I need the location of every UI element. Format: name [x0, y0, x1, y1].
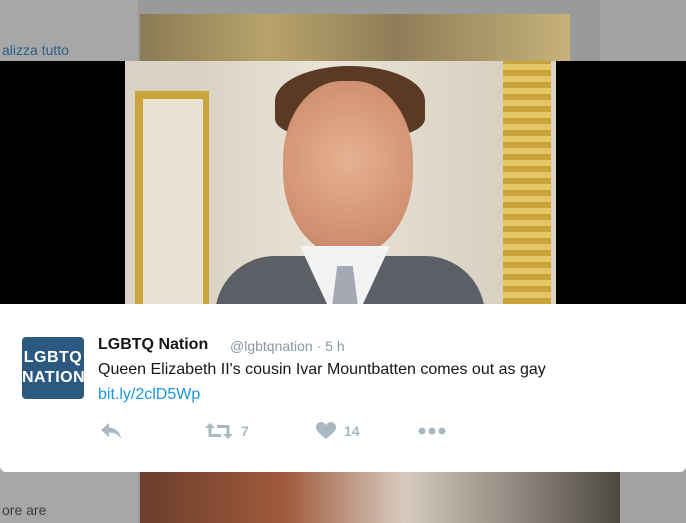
retweet-count: 7 — [241, 423, 249, 439]
tweet-link[interactable]: bit.ly/2clD5Wp — [98, 386, 200, 404]
avatar-line-2: NATION — [22, 369, 86, 386]
photo-gold-frame-right — [503, 61, 551, 304]
background-photo-bottom — [140, 472, 620, 523]
tweet-card: LGBTQ NATION LGBTQ Nation @lgbtqnation ·… — [0, 304, 686, 472]
more-icon — [418, 427, 446, 435]
tweet-actions: 7 14 — [100, 422, 460, 446]
reply-icon — [101, 423, 121, 439]
tweet-photo[interactable] — [125, 61, 556, 304]
like-button[interactable]: 14 — [316, 422, 360, 440]
avatar[interactable]: LGBTQ NATION — [22, 337, 86, 399]
heart-icon — [316, 422, 336, 439]
tweet-time[interactable]: 5 h — [325, 338, 344, 354]
photo-gold-frame-left — [135, 91, 209, 304]
author-handle[interactable]: @lgbtqnation — [230, 338, 313, 354]
background-text: ore are — [2, 502, 47, 518]
media-band — [0, 61, 686, 304]
like-count: 14 — [344, 423, 360, 439]
retweet-button[interactable]: 7 — [205, 422, 249, 440]
author-meta: @lgbtqnation · 5 h — [230, 338, 345, 354]
meta-separator: · — [316, 338, 322, 354]
background-link-text: alizza tutto — [2, 42, 69, 58]
photo-face — [283, 81, 413, 256]
retweet-icon — [205, 423, 233, 439]
reply-button[interactable] — [100, 422, 122, 440]
avatar-line-1: LGBTQ — [23, 349, 83, 366]
background-photo-strip — [140, 14, 570, 64]
tweet-text: Queen Elizabeth II's cousin Ivar Mountba… — [98, 361, 546, 378]
more-button[interactable] — [418, 426, 446, 436]
author-name[interactable]: LGBTQ Nation — [98, 336, 208, 354]
tweet-overlay: LGBTQ NATION LGBTQ Nation @lgbtqnation ·… — [0, 61, 686, 472]
